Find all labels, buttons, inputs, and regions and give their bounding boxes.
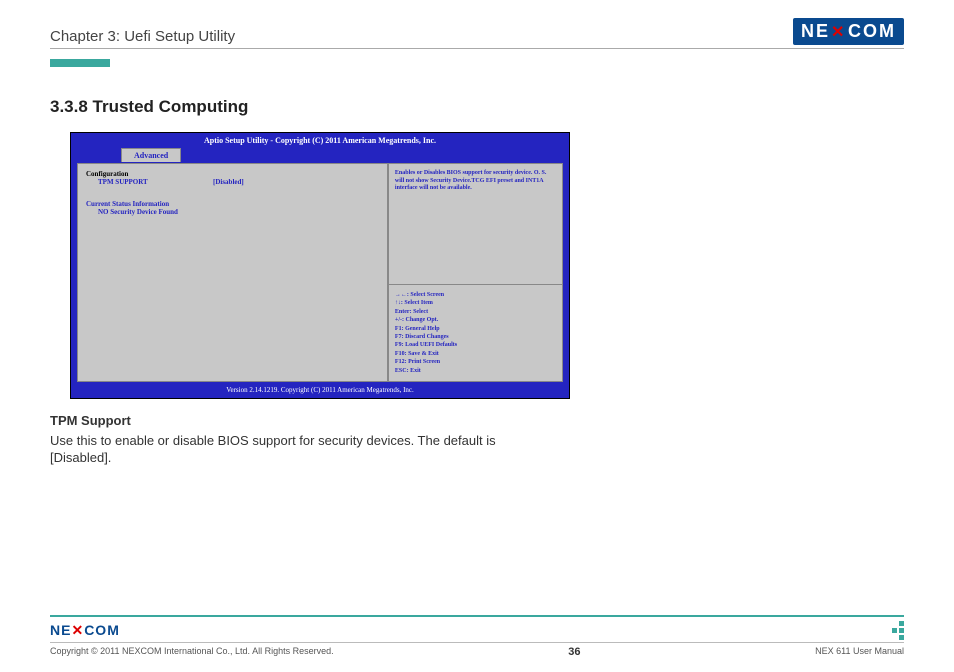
- bios-tpm-value: [Disabled]: [213, 178, 244, 186]
- bios-tpm-row: TPM SUPPORT [Disabled]: [98, 178, 379, 186]
- bios-status-value: NO Security Device Found: [98, 208, 379, 216]
- bios-key: F12: Print Screen: [395, 358, 556, 366]
- bios-key: ESC: Exit: [395, 367, 556, 375]
- section-title: 3.3.8 Trusted Computing: [50, 97, 904, 117]
- logo-x-icon: [831, 24, 847, 40]
- bios-status-head: Current Status Information: [86, 200, 379, 208]
- footer-logo: NE✕COM: [50, 622, 120, 639]
- brand-logo: NECOM: [793, 18, 904, 45]
- bios-key: ↑↓: Select Item: [395, 299, 556, 307]
- bios-key: Enter: Select: [395, 308, 556, 316]
- bios-config-head: Configuration: [86, 170, 379, 178]
- tpm-support-description: Use this to enable or disable BIOS suppo…: [50, 432, 560, 467]
- bios-tab-advanced: Advanced: [121, 148, 181, 162]
- tpm-support-heading: TPM Support: [50, 413, 904, 428]
- bios-screenshot: Aptio Setup Utility - Copyright (C) 2011…: [70, 132, 570, 399]
- bios-left-pane: Configuration TPM SUPPORT [Disabled] Cur…: [77, 163, 388, 382]
- accent-bar: [50, 59, 110, 67]
- footer-manual: NEX 611 User Manual: [815, 646, 904, 658]
- bios-key: F7: Discard Changes: [395, 333, 556, 341]
- chapter-title: Chapter 3: Uefi Setup Utility: [50, 28, 235, 45]
- bios-key: F1: General Help: [395, 325, 556, 333]
- footer-copyright: Copyright © 2011 NEXCOM International Co…: [50, 646, 334, 658]
- bios-key: →←: Select Screen: [395, 291, 556, 299]
- bios-title-bar: Aptio Setup Utility - Copyright (C) 2011…: [71, 133, 569, 148]
- footer-squares-icon: [886, 621, 904, 639]
- bios-right-pane: Enables or Disables BIOS support for sec…: [388, 163, 563, 382]
- bios-key: +/-: Change Opt.: [395, 316, 556, 324]
- page-footer: NE✕COM Copyright © 2011 NEXCOM Internati…: [50, 615, 904, 658]
- bios-tpm-label: TPM SUPPORT: [98, 178, 213, 186]
- page-number: 36: [568, 646, 580, 658]
- page-header: Chapter 3: Uefi Setup Utility NECOM: [50, 18, 904, 49]
- bios-key-legend: →←: Select Screen ↑↓: Select Item Enter:…: [389, 284, 562, 381]
- bios-body: Configuration TPM SUPPORT [Disabled] Cur…: [77, 162, 563, 382]
- bios-key: F9: Load UEFI Defaults: [395, 341, 556, 349]
- bios-key: F10: Save & Exit: [395, 350, 556, 358]
- bios-tab-row: Advanced: [71, 148, 569, 162]
- bios-footer: Version 2.14.1219. Copyright (C) 2011 Am…: [71, 382, 569, 398]
- bios-help-text: Enables or Disables BIOS support for sec…: [389, 164, 562, 284]
